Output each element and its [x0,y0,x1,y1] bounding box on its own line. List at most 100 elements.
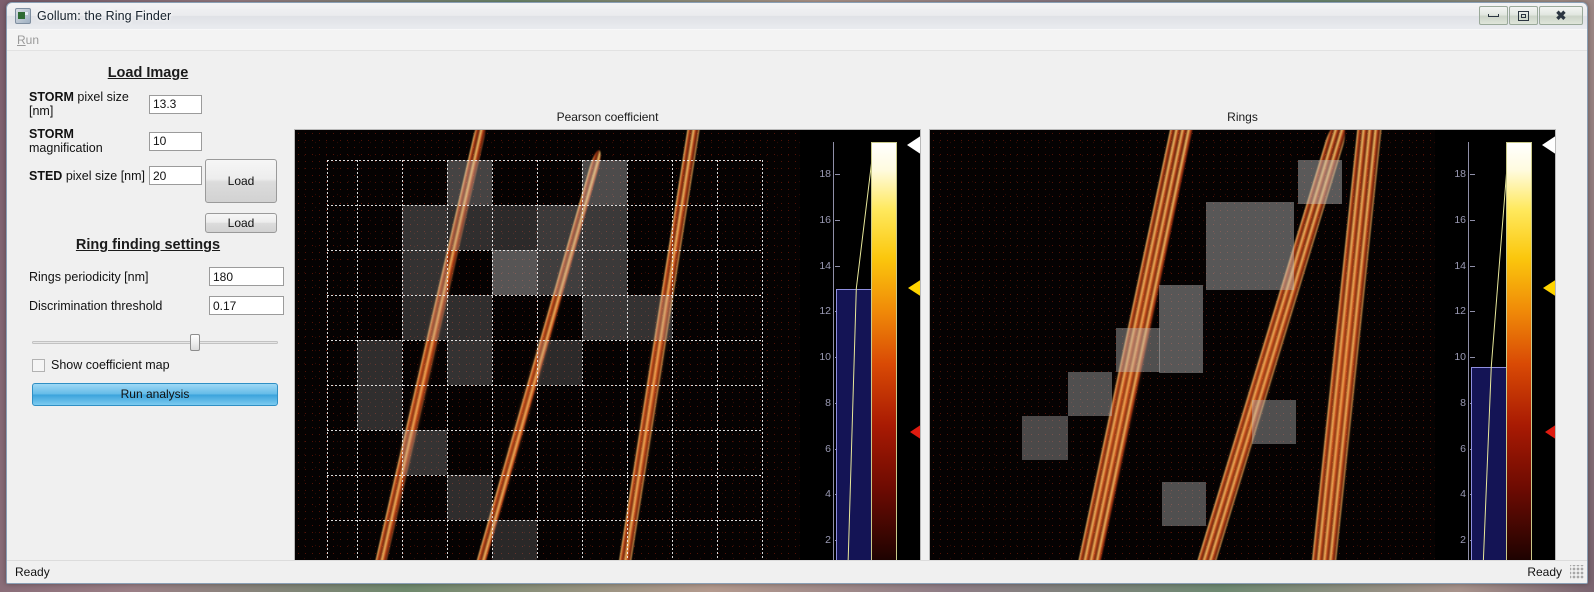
highlight-cell [1022,416,1068,460]
slider-track [32,341,278,344]
grid-line-v [672,160,673,580]
grid-line-h [327,295,762,296]
rings-periodicity-label: Rings periodicity [nm] [29,269,149,284]
highlight-cell [1252,400,1296,444]
highlight-cell [1159,285,1203,373]
application-window: Gollum: the Ring Finder ✖ Run Load Image [6,2,1588,584]
grid-line-h [327,475,762,476]
highlight-cell [402,295,447,340]
grid-line-h [327,430,762,431]
load-storm-button[interactable]: Load [205,159,277,203]
grid-line-v [537,160,538,580]
highlight-cell [402,205,447,250]
menu-item-run-rest: un [25,33,40,47]
rings-mid-marker[interactable] [1543,279,1555,298]
rings-periodicity-row: Rings periodicity [nm] [7,267,289,286]
highlight-cell [537,250,582,295]
grid-line-v [402,160,403,580]
storm-pixel-size-input[interactable] [149,94,202,114]
desktop-background: Gollum: the Ring Finder ✖ Run Load Image [0,0,1594,592]
minimize-icon [1488,14,1499,17]
highlight-cell [582,205,627,250]
highlight-cell [627,295,672,340]
storm-magnification-label: STORM magnification [29,127,149,155]
highlight-cell [492,250,537,295]
grid-line-h [327,160,762,161]
rings-panel-title: Rings [1227,110,1258,124]
discrimination-threshold-slider[interactable] [32,334,278,351]
highlight-cell [537,205,582,250]
highlight-cell [537,340,582,385]
menu-item-run-mnemonic: R [17,33,26,47]
rings-cumulative-curve [1471,144,1510,583]
grid-line-v [627,160,628,580]
sted-pixel-size-label-rest: pixel size [nm] [62,168,146,183]
discrimination-threshold-row: Discrimination threshold [7,296,289,315]
highlight-cell [1162,482,1206,526]
highlight-cell [402,430,447,475]
close-button[interactable]: ✖ [1539,6,1583,25]
pearson-colorbar-widget[interactable]: 024681012141618 [800,130,920,583]
storm-magnification-label-bold: STORM [29,127,74,141]
run-analysis-button[interactable]: Run analysis [32,383,278,406]
storm-magnification-input[interactable] [149,131,202,151]
maximize-button[interactable] [1509,6,1538,25]
pearson-color-scale[interactable] [871,142,897,583]
show-coefficient-map-checkbox[interactable] [32,358,45,372]
status-bar: Ready Ready [7,560,1587,583]
storm-pixel-size-label-bold: STORM [29,90,74,104]
rings-image-panel[interactable]: 024681012141618 [929,129,1556,583]
status-right-group: Ready [1519,565,1587,579]
load-sted-button[interactable]: Load [205,213,277,233]
pearson-image-panel[interactable]: 024681012141618 [294,129,921,583]
show-coefficient-map-label: Show coefficient map [51,358,170,372]
rings-colorbar-widget[interactable]: 024681012141618 [1435,130,1555,583]
highlight-cell [1068,372,1112,416]
highlight-cell [447,205,492,250]
pearson-lower-marker[interactable] [910,423,920,440]
discrimination-threshold-input[interactable] [209,296,284,315]
menu-bar: Run [7,30,1587,51]
grid-line-v [447,160,448,580]
highlight-cell [582,250,627,295]
storm-pixel-size-label: STORM pixel size [nm] [29,90,149,118]
highlight-cell [357,385,402,430]
menu-item-run[interactable]: Run [7,31,47,49]
main-content: Load Image STORM pixel size [nm] STORM m… [7,51,1587,583]
pearson-panel-title: Pearson coefficient [556,110,659,124]
grid-line-h [327,205,762,206]
minimize-button[interactable] [1479,6,1508,25]
highlight-cell [447,295,492,340]
slider-thumb[interactable] [190,334,200,351]
rings-lower-marker[interactable] [1545,423,1555,440]
grid-line-v [357,160,358,580]
window-title: Gollum: the Ring Finder [37,9,172,23]
pearson-upper-limit-marker[interactable] [907,135,920,156]
maximize-icon [1518,10,1529,21]
highlight-cell [357,340,402,385]
grid-line-v [327,160,328,580]
control-panel: Load Image STORM pixel size [nm] STORM m… [7,51,289,560]
pearson-mid-marker[interactable] [908,279,920,298]
sted-pixel-size-input[interactable] [149,166,202,185]
show-coefficient-map-row[interactable]: Show coefficient map [32,358,170,372]
sted-pixel-size-label: STED pixel size [nm] [29,169,149,183]
grid-line-v [717,160,718,580]
pearson-cumulative-curve [836,144,875,583]
highlight-cell [492,205,537,250]
grid-line-h [327,385,762,386]
storm-magnification-label-rest: magnification [29,141,103,155]
rings-upper-limit-marker[interactable] [1542,135,1555,156]
rings-periodicity-input[interactable] [209,267,284,286]
grid-line-v [582,160,583,580]
grid-line-h [327,250,762,251]
sted-pixel-size-label-bold: STED [29,168,63,183]
storm-magnification-row: STORM magnification [7,127,289,155]
rings-color-scale[interactable] [1506,142,1532,583]
highlight-cell [447,160,492,205]
grid-line-v [492,160,493,580]
highlight-cell [447,340,492,385]
grid-line-v [762,160,763,580]
resize-grip-icon[interactable] [1570,565,1584,579]
title-bar[interactable]: Gollum: the Ring Finder ✖ [7,3,1587,30]
